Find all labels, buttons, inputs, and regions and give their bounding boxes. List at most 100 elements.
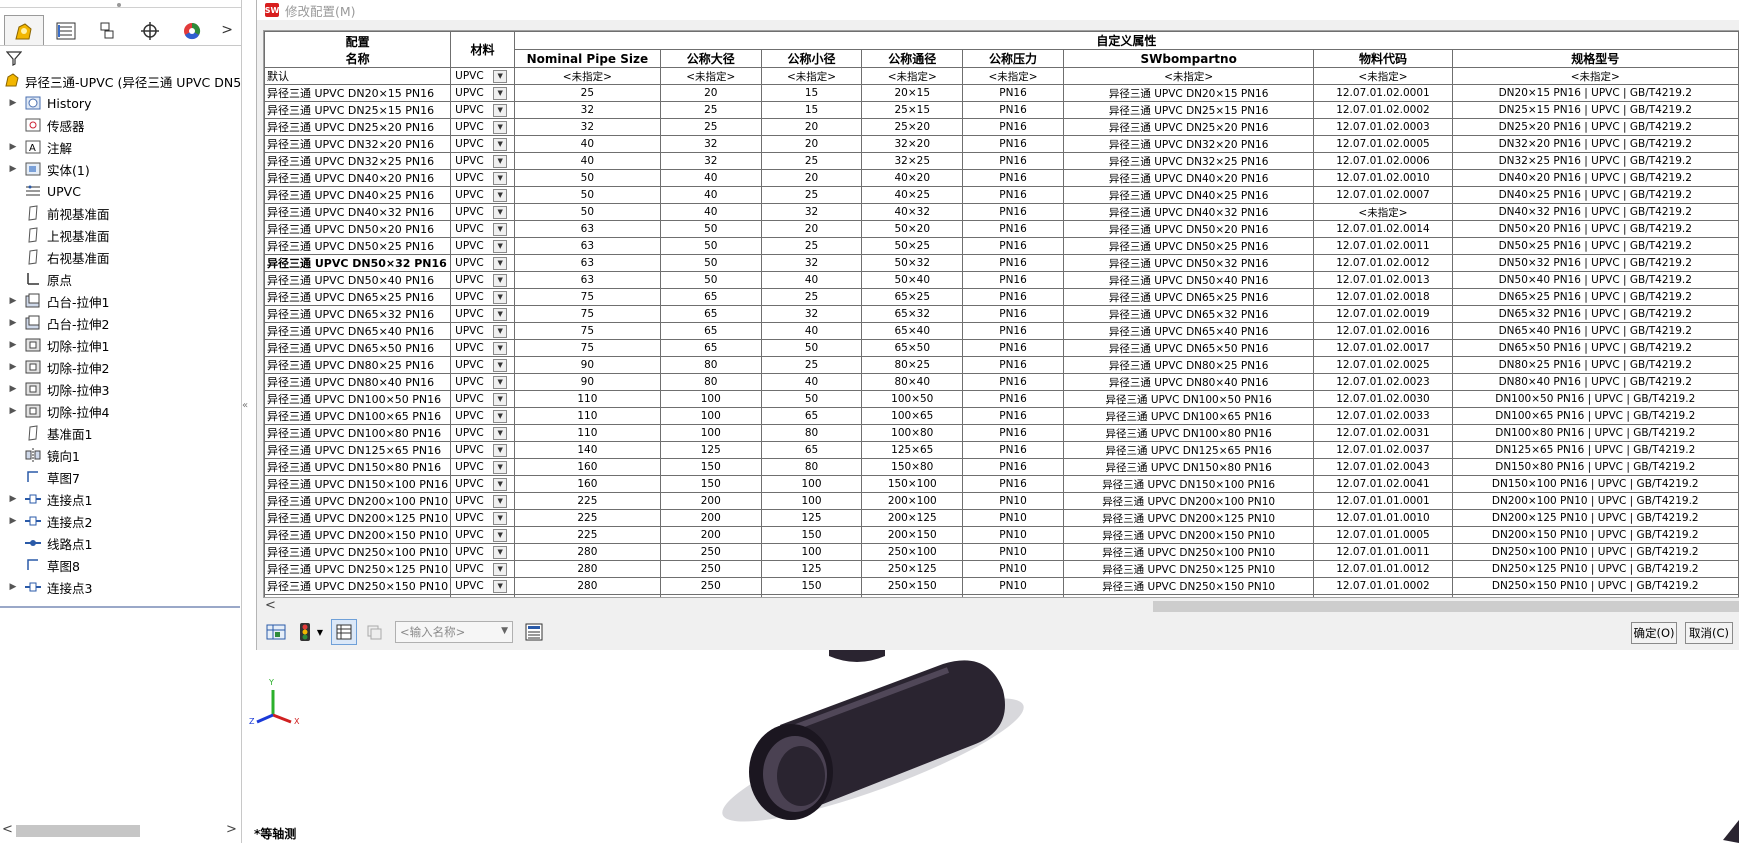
property-cell[interactable]: 80×25 bbox=[861, 356, 964, 374]
property-cell[interactable]: 250×150 bbox=[861, 577, 964, 595]
config-name-cell[interactable]: 异径三通 UPVC DN40×25 PN16 bbox=[264, 186, 452, 204]
config-name-cell[interactable]: 异径三通 UPVC DN125×65 PN16 bbox=[264, 441, 452, 459]
property-cell[interactable]: 15 bbox=[760, 101, 863, 119]
property-cell[interactable]: 125×65 bbox=[861, 441, 964, 459]
chevron-down-icon[interactable]: ▼ bbox=[493, 120, 508, 134]
property-cell[interactable]: <未指定> bbox=[1313, 67, 1453, 85]
tree-item[interactable]: 镜向1 bbox=[0, 444, 241, 466]
tree-item[interactable]: 前视基准面 bbox=[0, 202, 241, 224]
property-cell[interactable]: PN16 bbox=[962, 356, 1064, 374]
scrollbar-thumb[interactable] bbox=[16, 825, 140, 837]
material-cell[interactable]: UPVC ▼ bbox=[450, 305, 515, 323]
property-cell[interactable]: 100×80 bbox=[861, 424, 964, 442]
chevron-down-icon[interactable]: ▼ bbox=[493, 205, 508, 219]
property-cell[interactable]: 65 bbox=[659, 339, 762, 357]
tabs-scroll-right-icon[interactable]: > bbox=[221, 15, 233, 45]
property-cell[interactable]: 20 bbox=[760, 220, 863, 238]
chevron-down-icon[interactable]: ▼ bbox=[493, 103, 508, 117]
property-cell[interactable]: 异径三通 UPVC DN32×20 PN16 bbox=[1062, 135, 1315, 153]
material-cell[interactable]: UPVC ▼ bbox=[450, 339, 515, 357]
chevron-down-icon[interactable]: ▼ bbox=[493, 307, 508, 321]
property-cell[interactable]: 12.07.01.02.0002 bbox=[1313, 101, 1453, 119]
property-cell[interactable]: 异径三通 UPVC DN200×100 PN10 bbox=[1062, 492, 1315, 510]
panel-grip[interactable] bbox=[0, 0, 241, 8]
property-cell[interactable]: DN80×25 PN16 | UPVC | GB/T4219.2 bbox=[1451, 356, 1739, 374]
property-cell[interactable]: 异径三通 UPVC DN65×25 PN16 bbox=[1062, 288, 1315, 306]
config-name-cell[interactable]: 异径三通 UPVC DN65×32 PN16 bbox=[264, 305, 452, 323]
config-name-cell[interactable]: 异径三通 UPVC DN32×25 PN16 bbox=[264, 152, 452, 170]
property-cell[interactable]: PN16 bbox=[962, 390, 1064, 408]
property-cell[interactable]: 12.07.01.02.0003 bbox=[1313, 118, 1453, 136]
property-cell[interactable]: DN50×20 PN16 | UPVC | GB/T4219.2 bbox=[1451, 220, 1739, 238]
property-cell[interactable]: 异径三通 UPVC DN150×100 PN16 bbox=[1062, 475, 1315, 493]
chevron-down-icon[interactable]: ▼ bbox=[493, 545, 508, 559]
property-cell[interactable]: 100 bbox=[659, 424, 762, 442]
tree-item[interactable]: 原点 bbox=[0, 268, 241, 290]
property-cell[interactable]: DN65×50 PN16 | UPVC | GB/T4219.2 bbox=[1451, 339, 1739, 357]
property-cell[interactable]: 160 bbox=[513, 475, 661, 493]
chevron-down-icon[interactable]: ▼ bbox=[493, 188, 508, 202]
material-cell[interactable]: UPVC ▼ bbox=[450, 492, 515, 510]
property-cell[interactable]: 280 bbox=[513, 577, 661, 595]
property-cell[interactable]: 250×100 bbox=[861, 543, 964, 561]
chevron-down-icon[interactable]: ▼ bbox=[493, 579, 508, 593]
property-cell[interactable]: 65 bbox=[760, 441, 863, 459]
property-cell[interactable]: 100×50 bbox=[861, 390, 964, 408]
expand-arrow-icon[interactable]: ▶ bbox=[6, 516, 20, 526]
property-cell[interactable]: DN100×65 PN16 | UPVC | GB/T4219.2 bbox=[1451, 407, 1739, 425]
property-cell[interactable]: 40 bbox=[659, 203, 762, 221]
tree-item[interactable]: 上视基准面 bbox=[0, 224, 241, 246]
config-name-cell[interactable]: 异径三通 UPVC DN80×25 PN16 bbox=[264, 356, 452, 374]
property-cell[interactable]: DN200×150 PN10 | UPVC | GB/T4219.2 bbox=[1451, 526, 1739, 544]
property-cell[interactable]: DN250×100 PN10 | UPVC | GB/T4219.2 bbox=[1451, 543, 1739, 561]
property-cell[interactable]: 75 bbox=[513, 339, 661, 357]
property-cell[interactable]: 100 bbox=[659, 390, 762, 408]
material-cell[interactable]: UPVC ▼ bbox=[450, 441, 515, 459]
tree-item[interactable]: ▶ 凸台-拉伸1 bbox=[0, 290, 241, 312]
property-cell[interactable]: 32 bbox=[760, 254, 863, 272]
property-cell[interactable]: 110 bbox=[513, 390, 661, 408]
property-cell[interactable]: 12.07.01.02.0007 bbox=[1313, 186, 1453, 204]
property-cell[interactable]: 25 bbox=[659, 101, 762, 119]
material-cell[interactable]: UPVC ▼ bbox=[450, 101, 515, 119]
property-cell[interactable]: 异径三通 UPVC DN250×150 PN10 bbox=[1062, 577, 1315, 595]
property-cell[interactable]: DN40×25 PN16 | UPVC | GB/T4219.2 bbox=[1451, 186, 1739, 204]
property-cell[interactable]: 160 bbox=[513, 458, 661, 476]
chevron-down-icon[interactable]: ▼ bbox=[493, 375, 508, 389]
property-cell[interactable]: 12.07.01.01.0011 bbox=[1313, 543, 1453, 561]
property-cell[interactable]: DN250×125 PN10 | UPVC | GB/T4219.2 bbox=[1451, 560, 1739, 578]
property-cell[interactable]: 12.07.01.02.0033 bbox=[1313, 407, 1453, 425]
property-cell[interactable]: 32 bbox=[760, 305, 863, 323]
property-cell[interactable]: 65 bbox=[760, 407, 863, 425]
property-cell[interactable]: PN10 bbox=[962, 577, 1064, 595]
property-cell[interactable]: 25 bbox=[659, 118, 762, 136]
property-cell[interactable]: 150×80 bbox=[861, 458, 964, 476]
property-cell[interactable]: PN16 bbox=[962, 118, 1064, 136]
property-cell[interactable]: 32 bbox=[513, 101, 661, 119]
property-cell[interactable]: 50 bbox=[513, 169, 661, 187]
config-name-cell[interactable]: 异径三通 UPVC DN50×20 PN16 bbox=[264, 220, 452, 238]
tree-item[interactable]: 草图7 bbox=[0, 466, 241, 488]
property-cell[interactable]: 40×25 bbox=[861, 186, 964, 204]
property-cell[interactable]: 200 bbox=[659, 492, 762, 510]
config-name-cell[interactable]: 异径三通 UPVC DN32×20 PN16 bbox=[264, 135, 452, 153]
property-cell[interactable]: 20 bbox=[760, 118, 863, 136]
property-cell[interactable]: 12.07.01.02.0010 bbox=[1313, 169, 1453, 187]
property-cell[interactable]: 异径三通 UPVC DN65×40 PN16 bbox=[1062, 322, 1315, 340]
property-cell[interactable]: 75 bbox=[513, 322, 661, 340]
tree-item[interactable]: ▶ 切除-拉伸2 bbox=[0, 356, 241, 378]
chevron-down-icon[interactable]: ▼ bbox=[493, 341, 508, 355]
property-cell[interactable]: 50×20 bbox=[861, 220, 964, 238]
tree-item[interactable]: 草图8 bbox=[0, 554, 241, 576]
property-cell[interactable]: 65×50 bbox=[861, 339, 964, 357]
property-cell[interactable]: 225 bbox=[513, 509, 661, 527]
property-cell[interactable]: 异径三通 UPVC DN65×32 PN16 bbox=[1062, 305, 1315, 323]
property-cell[interactable]: 20 bbox=[659, 84, 762, 102]
property-cell[interactable]: 异径三通 UPVC DN200×150 PN10 bbox=[1062, 526, 1315, 544]
property-cell[interactable]: PN16 bbox=[962, 458, 1064, 476]
property-cell[interactable]: 异径三通 UPVC DN80×40 PN16 bbox=[1062, 373, 1315, 391]
tree-item[interactable]: 基准面1 bbox=[0, 422, 241, 444]
property-cell[interactable]: 50 bbox=[659, 271, 762, 289]
property-cell[interactable]: PN16 bbox=[962, 373, 1064, 391]
property-cell[interactable]: 12.07.01.02.0014 bbox=[1313, 220, 1453, 238]
